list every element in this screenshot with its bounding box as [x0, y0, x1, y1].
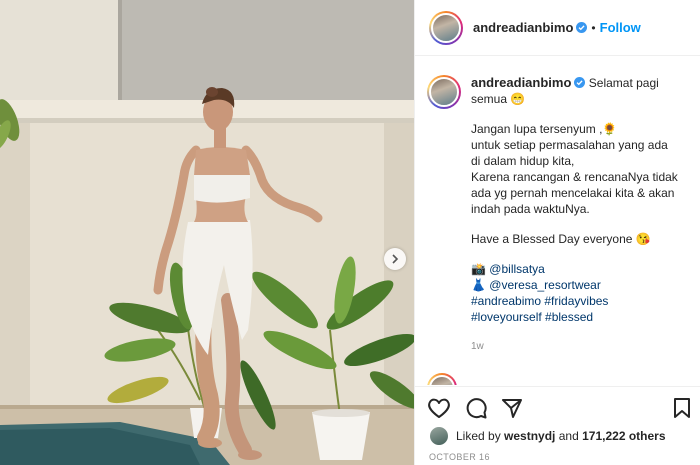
- comment-icon[interactable]: [465, 397, 487, 424]
- likes-summary: Liked by westnydj and 171,222 others: [429, 426, 666, 446]
- verified-badge-icon: [576, 22, 588, 33]
- follow-button[interactable]: Follow: [600, 20, 641, 35]
- action-bar: [415, 386, 700, 426]
- caption-username[interactable]: andreadianbimo: [471, 75, 571, 90]
- dress-emoji: 👗: [471, 278, 486, 292]
- mention-link-photographer[interactable]: @billsatya: [489, 262, 545, 276]
- caption-greeting-cont: semua: [471, 92, 508, 106]
- next-photo-button[interactable]: [384, 248, 406, 270]
- post-date: OCTOBER 16: [429, 452, 490, 462]
- caption-line: indah pada waktuNya.: [471, 202, 590, 216]
- caption-line: untuk setiap permasalahan yang ada: [471, 138, 668, 152]
- avatar[interactable]: [427, 373, 457, 385]
- liker-username[interactable]: westnydj: [504, 429, 555, 443]
- verified-badge-icon: [574, 77, 586, 88]
- bookmark-icon[interactable]: [673, 397, 691, 424]
- next-comment: [415, 355, 700, 385]
- caption-greeting: Selamat pagi: [588, 76, 659, 90]
- likes-prefix: Liked by: [456, 429, 501, 443]
- post-side-panel: andreadianbimo • Follow andreadianbimo S…: [414, 0, 700, 465]
- caption-text: andreadianbimo Selamat pagi semua 😁 Jang…: [471, 75, 693, 355]
- separator-dot: •: [591, 20, 596, 35]
- sunflower-emoji: 🌻: [602, 122, 618, 136]
- caption-line: Jangan lupa tersenyum ,: [471, 122, 603, 136]
- mention-link-brand[interactable]: @veresa_resortwear: [489, 278, 601, 292]
- avatar[interactable]: [427, 75, 461, 109]
- kiss-emoji: 😘: [635, 232, 651, 246]
- post-time-ago[interactable]: 1w: [471, 339, 693, 355]
- photo-scene: [0, 0, 414, 465]
- post-photo[interactable]: [0, 0, 414, 465]
- caption-line: Karena rancangan & rencanaNya tidak: [471, 170, 678, 184]
- caption-line: Have a Blessed Day everyone: [471, 232, 633, 246]
- likes-middle: and: [558, 429, 579, 443]
- caption-section[interactable]: andreadianbimo Selamat pagi semua 😁 Jang…: [415, 57, 700, 385]
- avatar[interactable]: [429, 10, 463, 45]
- hashtags[interactable]: #loveyourself #blessed: [471, 310, 593, 324]
- username[interactable]: andreadianbimo: [473, 20, 573, 35]
- heart-icon[interactable]: [427, 397, 451, 424]
- caption-line: di dalam hidup kita,: [471, 154, 575, 168]
- share-icon[interactable]: [501, 397, 523, 424]
- grin-emoji: 😁: [510, 92, 526, 106]
- post-header: andreadianbimo • Follow: [415, 0, 700, 56]
- chevron-right-icon: [392, 254, 399, 264]
- liker-avatar[interactable]: [429, 426, 449, 446]
- hashtags[interactable]: #andreabimo #fridayvibes: [471, 294, 608, 308]
- caption-line: ada yg pernah mencelakai kita & akan: [471, 186, 675, 200]
- likes-count[interactable]: 171,222 others: [582, 429, 665, 443]
- camera-emoji: 📸: [471, 262, 486, 276]
